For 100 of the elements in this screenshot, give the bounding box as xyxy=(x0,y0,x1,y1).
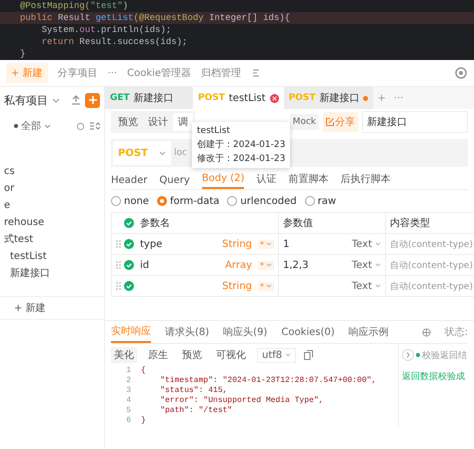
view-tab[interactable]: 预览 xyxy=(179,347,205,363)
mode-tab[interactable]: 调 xyxy=(173,113,193,131)
tree-item[interactable]: testList xyxy=(0,248,104,265)
code-line: } xyxy=(20,48,26,60)
param-value[interactable]: 1 xyxy=(283,238,290,250)
plus-icon xyxy=(88,95,98,105)
created-date: 创建于：2024-01-23 xyxy=(197,138,286,152)
param-name[interactable]: type xyxy=(140,238,162,250)
code-line: "error": "Unsupported Media Type", xyxy=(159,396,324,406)
tree-item[interactable]: 式test xyxy=(0,231,104,248)
chevron-icon xyxy=(159,150,166,156)
view-tab[interactable]: 美化 xyxy=(111,347,137,363)
chevron-icon xyxy=(375,284,381,288)
chevron-icon xyxy=(44,124,51,128)
request-section-tab[interactable]: 认证 xyxy=(256,172,276,189)
toolbar-item[interactable]: ··· xyxy=(108,68,118,78)
close-icon[interactable] xyxy=(270,94,279,102)
value-type-select[interactable]: Text xyxy=(352,260,381,270)
line-number: 2 xyxy=(125,376,132,386)
request-tab[interactable]: GET 新建接口 xyxy=(105,87,193,109)
column-header: 参数值 xyxy=(279,213,386,233)
encoding-select[interactable]: utf8 xyxy=(257,348,296,362)
filter-dropdown[interactable]: 全部 xyxy=(14,119,51,133)
upload-icon[interactable] xyxy=(71,95,81,105)
expand-button[interactable] xyxy=(402,349,414,361)
unsaved-dot xyxy=(363,96,368,100)
collapse-icon[interactable] xyxy=(251,68,262,78)
view-tab[interactable]: 可视化 xyxy=(213,347,249,363)
mode-tab[interactable]: 预览 xyxy=(113,113,143,131)
body-type-radio[interactable]: none xyxy=(111,196,149,206)
expand-icon[interactable] xyxy=(89,121,100,131)
body-type-radio[interactable]: raw xyxy=(304,196,336,206)
line-number: 6 xyxy=(125,416,132,426)
share-icon xyxy=(326,118,334,126)
code-line: "timestamp": "2024-01-23T12:28:07.547+00:00", xyxy=(159,376,376,386)
tree-item[interactable]: or xyxy=(0,180,104,197)
code-line: "status": 415, xyxy=(159,386,228,396)
tree-item[interactable]: 新建接口 xyxy=(0,265,104,282)
line-number: 4 xyxy=(125,396,132,406)
check-all-icon[interactable] xyxy=(124,218,134,228)
add-button[interactable] xyxy=(85,92,100,108)
tree-item[interactable]: rehouse xyxy=(0,214,104,231)
column-header: 参数名 xyxy=(140,216,170,230)
code-line: "path": "/test" xyxy=(159,406,232,416)
column-header: 内容类型 xyxy=(389,216,431,230)
view-tab[interactable]: 原生 xyxy=(145,347,171,363)
name-field[interactable]: 新建接口 xyxy=(362,111,468,133)
line-number: 5 xyxy=(125,406,132,416)
status-label: 状态: xyxy=(444,326,468,339)
chevron-icon xyxy=(375,242,381,246)
request-section-tab[interactable]: Header xyxy=(111,175,148,189)
drag-handle[interactable] xyxy=(116,282,120,290)
chevron-icon xyxy=(285,353,292,357)
toolbar-item[interactable]: 分享项目 xyxy=(58,66,98,80)
response-tab[interactable]: 响应示例 xyxy=(348,321,389,343)
param-value[interactable]: 1,2,3 xyxy=(283,260,308,270)
chevron-right-icon xyxy=(406,352,410,358)
mode-tab[interactable]: 设计 xyxy=(143,113,173,131)
new-button[interactable]: + 新建 xyxy=(14,301,46,315)
request-tab[interactable]: POST testList xyxy=(193,87,284,109)
line-number: 3 xyxy=(125,386,132,396)
request-section-tab[interactable]: 后执行脚本 xyxy=(340,172,390,189)
chevron-icon xyxy=(266,263,272,267)
response-tab[interactable]: Cookies(0) xyxy=(281,321,335,343)
response-tab[interactable]: 响应头(9) xyxy=(223,321,268,343)
project-title[interactable]: 私有项目 xyxy=(4,92,48,108)
drag-handle[interactable] xyxy=(116,240,120,248)
request-section-tab[interactable]: Query xyxy=(159,175,190,189)
value-type-select[interactable]: Text xyxy=(352,280,381,292)
row-checkbox[interactable] xyxy=(124,239,134,249)
copy-icon[interactable] xyxy=(304,350,314,360)
body-type-radio[interactable]: form-data xyxy=(156,196,220,206)
toolbar-item[interactable]: 归档管理 xyxy=(201,66,242,80)
request-tab[interactable]: POST 新建接口 xyxy=(284,87,374,109)
request-section-tab[interactable]: 前置脚本 xyxy=(288,172,328,189)
line-number: 1 xyxy=(125,366,132,376)
chevron-icon xyxy=(266,242,272,246)
response-tab[interactable]: 请求头(8) xyxy=(165,321,210,343)
dot-icon xyxy=(14,124,18,128)
tooltip-title: testList xyxy=(197,125,232,138)
code-line: return Result.success(ids); xyxy=(40,36,188,48)
modified-date: 修改于：2024-01-23 xyxy=(197,152,286,166)
chevron-icon xyxy=(52,96,60,104)
code-line: { xyxy=(141,366,146,376)
code-line: } xyxy=(141,416,146,426)
row-checkbox[interactable] xyxy=(124,281,134,291)
body-type-radio[interactable]: urlencoded xyxy=(227,196,297,206)
chevron-icon xyxy=(375,263,381,267)
check-result: 返回数据校验成 xyxy=(402,370,466,383)
tree-item[interactable]: e xyxy=(0,197,104,214)
row-checkbox[interactable] xyxy=(124,260,134,270)
status-dot-icon xyxy=(416,353,420,357)
code-line: System.out.println(ids); xyxy=(40,24,172,36)
tree-item[interactable]: cs xyxy=(0,163,104,180)
param-name[interactable]: id xyxy=(140,260,150,270)
mock-button[interactable]: Mock xyxy=(290,114,319,130)
value-type-select[interactable]: Text xyxy=(352,238,381,250)
toolbar-item[interactable]: Cookie管理器 xyxy=(127,66,192,80)
check-label: 校验返回结 xyxy=(422,350,467,362)
drag-handle[interactable] xyxy=(116,261,120,269)
